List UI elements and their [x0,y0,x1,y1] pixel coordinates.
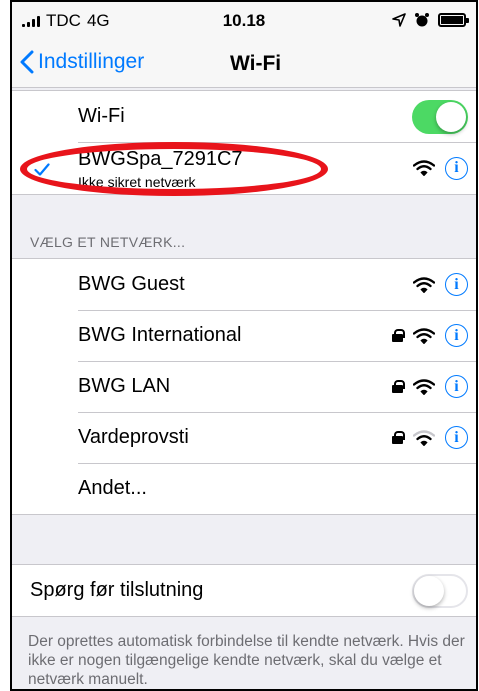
lock-icon [392,329,405,342]
wifi-signal-icon [413,160,435,176]
page-title: Wi-Fi [230,52,282,75]
chevron-left-icon [20,50,34,74]
wifi-signal-icon [413,378,435,395]
lock-icon [392,431,405,444]
current-network-security: Ikke sikret netværk [78,174,196,190]
navigation-bar: Indstillinger Wi-Fi [12,40,476,88]
wifi-signal-icon [413,276,435,293]
ask-join-group: Spørg før tilslutning [12,564,476,617]
info-button[interactable]: i [445,156,468,180]
lock-icon [392,380,405,393]
current-network-row[interactable]: BWGSpa_7291C7 Ikke sikret netværk i [12,142,476,194]
wifi-label: Wi-Fi [78,105,125,127]
info-button[interactable]: i [445,375,468,398]
choose-network-header: VÆLG ET NETVÆRK... [30,234,186,250]
wifi-toggle-row: Wi-Fi [12,91,476,142]
info-button[interactable]: i [445,324,468,347]
network-name: BWG Guest [78,273,185,295]
network-name: BWG International [78,324,242,346]
network-row-bwg-international[interactable]: BWG International i [12,310,476,361]
ask-join-toggle[interactable] [412,573,468,608]
current-network-name: BWGSpa_7291C7 [78,148,243,170]
network-row-bwg-lan[interactable]: BWG LAN i [12,361,476,412]
phone-screen: TDC 4G 10.18 Indstillinger Wi-Fi Wi-Fi B… [10,0,478,691]
wifi-group: Wi-Fi BWGSpa_7291C7 Ikke sikret netværk … [12,90,476,195]
network-row-vardeprovsti[interactable]: Vardeprovsti i [12,412,476,463]
status-right [392,12,469,28]
footer-description: Der oprettes automatisk forbindelse til … [28,633,465,688]
location-arrow-icon [392,13,406,27]
checkmark-icon [34,163,50,176]
alarm-icon [415,13,429,27]
ask-join-label: Spørg før tilslutning [30,579,204,601]
wifi-toggle[interactable] [412,99,468,134]
ask-join-row: Spørg før tilslutning [12,565,476,616]
other-network-label: Andet... [78,477,147,499]
network-row-bwg-guest[interactable]: BWG Guest i [12,259,476,310]
network-name: BWG LAN [78,375,171,397]
battery-icon [438,13,469,27]
back-label: Indstillinger [38,50,145,73]
status-bar: TDC 4G 10.18 [12,2,476,40]
other-network-row[interactable]: Andet... [12,463,476,514]
back-button[interactable]: Indstillinger [20,50,144,74]
wifi-signal-icon [413,327,435,344]
network-name: Vardeprovsti [78,426,189,448]
info-button[interactable]: i [445,426,468,449]
info-button[interactable]: i [445,273,468,296]
wifi-signal-weak-icon [413,429,435,446]
network-list: BWG Guest i BWG International i BWG LAN … [12,258,476,515]
